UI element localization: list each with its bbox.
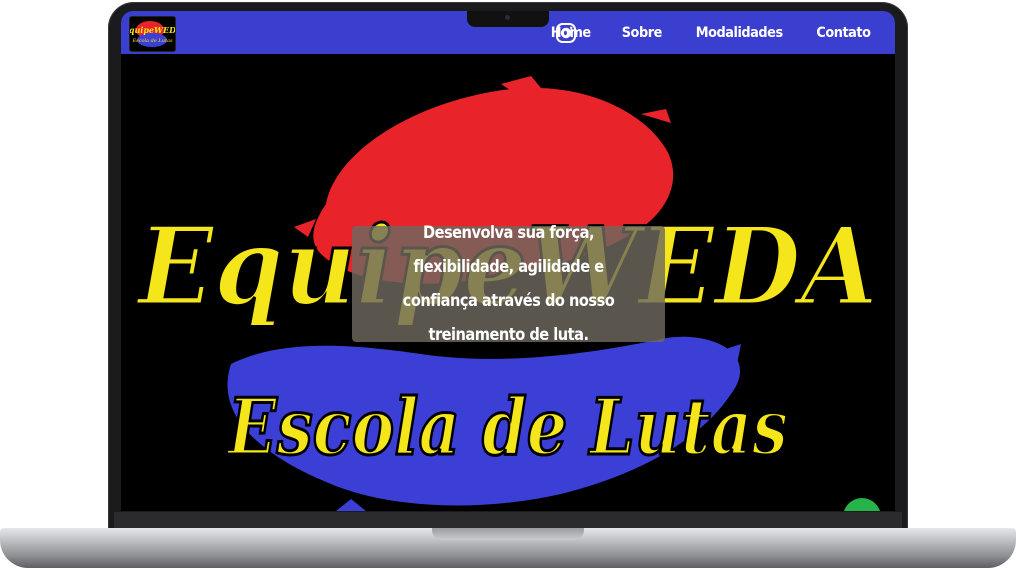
nav-menu: Home Sobre Modalidades Contato — [549, 11, 873, 54]
nav-sobre-link[interactable]: Sobre — [622, 25, 663, 41]
logo-subtitle: Escola de Lutas — [131, 38, 172, 44]
laptop-opening-notch — [432, 528, 584, 540]
nav-home-link[interactable]: Home — [550, 25, 590, 41]
browser-viewport: EquipeWEDA Escola de Lutas Home Sobre Mo… — [121, 11, 895, 511]
hero-bg-subtitle: Escola de Lutas — [226, 382, 788, 473]
site-logo[interactable]: EquipeWEDA Escola de Lutas — [129, 16, 176, 52]
hero-section: EquipeWEDA Escola de Lutas Desenvolva su… — [121, 54, 895, 511]
hero-tagline: Desenvolva sua força, flexibilidade, agi… — [402, 223, 615, 345]
nav-contato-link[interactable]: Contato — [817, 25, 872, 41]
camera-icon — [505, 15, 510, 20]
tagline-box: Desenvolva sua força, flexibilidade, agi… — [352, 223, 665, 345]
camera-notch — [467, 11, 549, 27]
logo-title: EquipeWEDA — [130, 25, 175, 35]
nav-modalidades-link[interactable]: Modalidades — [696, 25, 783, 41]
